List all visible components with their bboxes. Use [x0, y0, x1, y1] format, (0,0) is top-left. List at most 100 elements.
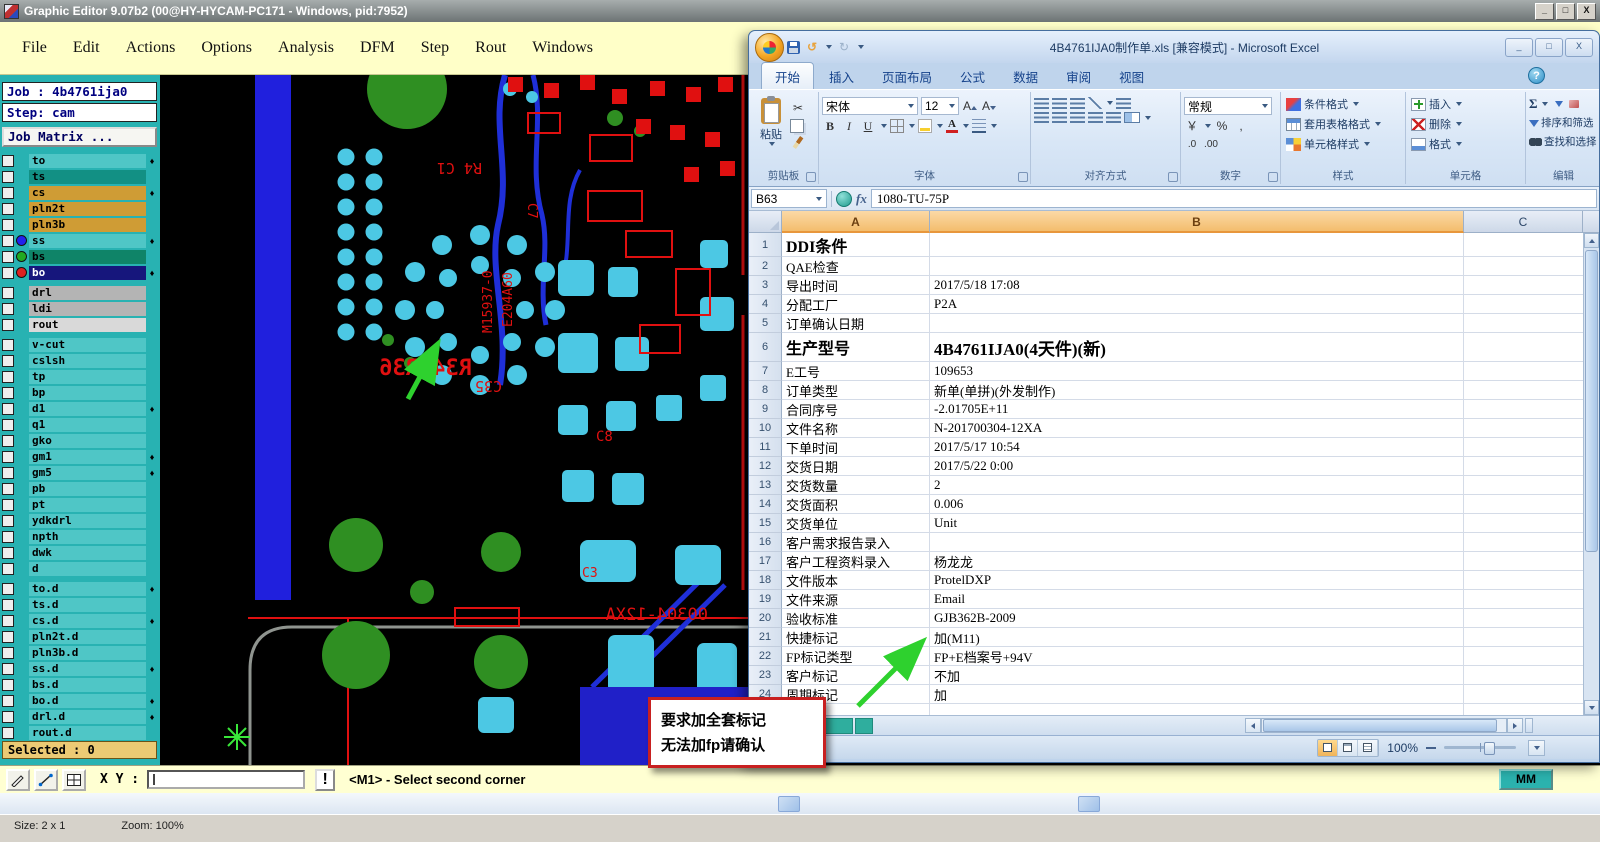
cell-B8[interactable]: 新单(单拼)(外发制作): [930, 381, 1464, 400]
format-painter-button[interactable]: [792, 136, 804, 149]
cell-B7[interactable]: 109653: [930, 362, 1464, 381]
vertical-scrollbar[interactable]: [1583, 233, 1599, 715]
zoom-slider-thumb[interactable]: [1483, 742, 1495, 755]
align-middle-icon[interactable]: [1052, 97, 1067, 109]
cell-A11[interactable]: 下单时间: [782, 438, 930, 457]
zoom-menu-button[interactable]: [1528, 739, 1545, 756]
cell-C9[interactable]: [1464, 400, 1583, 419]
decrease-indent-icon[interactable]: [1088, 112, 1103, 123]
increase-decimal-button[interactable]: .0: [1184, 137, 1200, 153]
menu-windows[interactable]: Windows: [520, 37, 605, 59]
layer-name[interactable]: ss.d: [29, 661, 146, 676]
layer-checkbox[interactable]: [2, 354, 14, 367]
menu-edit[interactable]: Edit: [61, 37, 112, 59]
cell-A15[interactable]: 交货单位: [782, 514, 930, 533]
layer-row-bs.d[interactable]: bs.d: [2, 677, 158, 692]
dialog-launcher-icon[interactable]: [1168, 172, 1178, 182]
cell-B4[interactable]: P2A: [930, 295, 1464, 314]
help-icon[interactable]: ?: [1528, 67, 1545, 84]
layer-checkbox[interactable]: [2, 562, 14, 575]
dialog-launcher-icon[interactable]: [806, 172, 816, 182]
scroll-down-icon[interactable]: [1584, 700, 1599, 715]
menu-analysis[interactable]: Analysis: [266, 37, 346, 59]
layer-checkbox[interactable]: [2, 302, 14, 315]
office-button[interactable]: [755, 32, 784, 62]
cell-B3[interactable]: 2017/5/18 17:08: [930, 276, 1464, 295]
layer-row-ts.d[interactable]: ts.d: [2, 597, 158, 612]
layer-row-pt[interactable]: pt: [2, 497, 158, 512]
layer-row-bs[interactable]: bs: [2, 249, 158, 264]
cell-A6[interactable]: 生产型号: [782, 333, 930, 362]
merge-center-icon[interactable]: [1124, 112, 1140, 123]
comma-button[interactable]: ,: [1233, 118, 1249, 134]
row-number[interactable]: 23: [749, 666, 782, 685]
layer-checkbox[interactable]: [2, 338, 14, 351]
layer-name[interactable]: gm1: [29, 449, 146, 464]
layer-name[interactable]: to.d: [29, 581, 146, 596]
row-number[interactable]: 13: [749, 476, 782, 495]
layer-name[interactable]: cs: [29, 185, 146, 200]
alert-button[interactable]: !: [315, 768, 336, 791]
cells-button-0[interactable]: 插入: [1409, 94, 1522, 114]
underline-button[interactable]: U: [860, 118, 876, 134]
layer-row-gko[interactable]: gko: [2, 433, 158, 448]
layer-checkbox[interactable]: [2, 662, 14, 675]
layer-name[interactable]: pln3b: [29, 217, 146, 232]
cell-C18[interactable]: [1464, 571, 1583, 590]
wrap-text-icon[interactable]: [1116, 97, 1131, 109]
layer-checkbox[interactable]: [2, 170, 14, 183]
layer-row-rout.d[interactable]: rout.d: [2, 725, 158, 740]
layer-name[interactable]: pb: [29, 481, 146, 496]
layer-row-drl[interactable]: drl: [2, 285, 158, 300]
layer-checkbox[interactable]: [2, 726, 14, 739]
layer-name[interactable]: npth: [29, 529, 146, 544]
sheet-tab[interactable]: [823, 717, 853, 734]
redo-icon[interactable]: ↻: [835, 40, 853, 54]
fill-color-icon[interactable]: [918, 119, 932, 133]
excel-window-button[interactable]: X: [1565, 37, 1593, 57]
styles-button-2[interactable]: 单元格样式: [1284, 134, 1402, 154]
cell-C14[interactable]: [1464, 495, 1583, 514]
insert-function-icon[interactable]: [836, 190, 852, 207]
cell-A13[interactable]: 交货数量: [782, 476, 930, 495]
layer-row-bo[interactable]: bo ♦: [2, 265, 158, 280]
align-center-icon[interactable]: [1052, 112, 1067, 123]
align-left-icon[interactable]: [1034, 112, 1049, 123]
cell-C17[interactable]: [1464, 552, 1583, 571]
cell-C12[interactable]: [1464, 457, 1583, 476]
layer-row-bo.d[interactable]: bo.d ♦: [2, 693, 158, 708]
cell-C5[interactable]: [1464, 314, 1583, 333]
scroll-right-icon[interactable]: [1507, 718, 1523, 733]
menu-step[interactable]: Step: [409, 37, 461, 59]
cell-C3[interactable]: [1464, 276, 1583, 295]
cell-C15[interactable]: [1464, 514, 1583, 533]
layer-checkbox[interactable]: [2, 402, 14, 415]
layer-checkbox[interactable]: [2, 582, 14, 595]
job-field[interactable]: Job : 4b4761ija0: [2, 82, 157, 101]
paste-button[interactable]: 粘贴: [752, 94, 790, 170]
cell-A2[interactable]: QAE检查: [782, 257, 930, 276]
cell-B5[interactable]: [930, 314, 1464, 333]
cell-C6[interactable]: [1464, 333, 1583, 362]
layer-name[interactable]: d: [29, 561, 146, 576]
align-bottom-icon[interactable]: [1070, 97, 1085, 109]
layer-row-drl.d[interactable]: drl.d ♦: [2, 709, 158, 724]
cell-B6[interactable]: 4B4761IJA0(4天件)(新): [930, 333, 1464, 362]
row-number[interactable]: 3: [749, 276, 782, 295]
row-number[interactable]: 2: [749, 257, 782, 276]
scrollbar-splitter[interactable]: [1525, 718, 1533, 733]
layer-checkbox[interactable]: [2, 614, 14, 627]
cell-A3[interactable]: 导出时间: [782, 276, 930, 295]
layer-row-to[interactable]: to ♦: [2, 153, 158, 168]
cell-B17[interactable]: 杨龙龙: [930, 552, 1464, 571]
scroll-up-icon[interactable]: [1584, 233, 1599, 248]
ribbon-tab-5[interactable]: 审阅: [1053, 63, 1104, 89]
styles-button-1[interactable]: 套用表格格式: [1284, 114, 1402, 134]
cell-C11[interactable]: [1464, 438, 1583, 457]
layer-name[interactable]: ts: [29, 169, 146, 184]
layer-row-gm1[interactable]: gm1 ♦: [2, 449, 158, 464]
layer-row-bp[interactable]: bp: [2, 385, 158, 400]
row-number[interactable]: 14: [749, 495, 782, 514]
layer-name[interactable]: cs.d: [29, 613, 146, 628]
row-number[interactable]: 7: [749, 362, 782, 381]
